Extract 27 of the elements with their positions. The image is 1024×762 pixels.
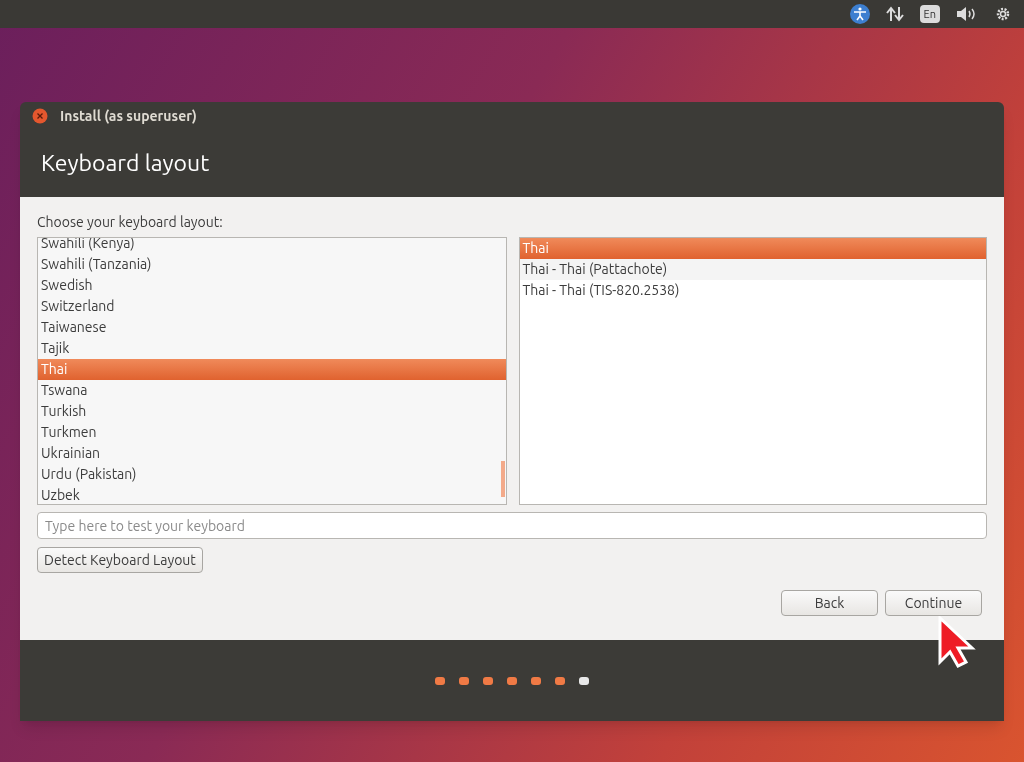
accessibility-icon[interactable] — [849, 4, 870, 24]
scrollbar-thumb[interactable] — [500, 461, 505, 497]
volume-icon[interactable] — [956, 6, 978, 22]
page-title: Keyboard layout — [41, 149, 210, 178]
gear-icon[interactable] — [994, 5, 1012, 23]
layout-list-item[interactable]: Urdu (Pakistan) — [38, 464, 506, 485]
layout-list-item[interactable]: Swedish — [38, 275, 506, 296]
close-icon[interactable] — [32, 108, 48, 124]
test-input-field[interactable]: Type here to test your keyboard — [37, 512, 987, 539]
variant-list-item[interactable]: Thai - Thai (Pattachote) — [519, 259, 986, 280]
variant-list-item[interactable]: Thai - Thai (TIS-820.2538) — [519, 280, 986, 301]
detect-layout-button[interactable]: Detect Keyboard Layout — [37, 547, 203, 573]
layout-list-item[interactable]: Turkish — [38, 401, 506, 422]
layout-list-item[interactable]: Tajik — [38, 338, 506, 359]
back-button[interactable]: Back — [781, 590, 878, 616]
continue-button[interactable]: Continue — [885, 590, 982, 616]
layout-list-item[interactable]: Uzbek — [38, 485, 506, 504]
keyboard-language-indicator[interactable]: En — [919, 5, 940, 23]
layout-list-item[interactable]: Taiwanese — [38, 317, 506, 338]
layout-list-item[interactable]: Ukrainian — [38, 443, 506, 464]
window-title: Install (as superuser) — [60, 106, 197, 126]
layout-list-item[interactable]: Tswana — [38, 380, 506, 401]
prompt-label: Choose your keyboard layout: — [37, 213, 224, 232]
network-icon[interactable] — [885, 6, 904, 22]
layout-list-item[interactable]: Turkmen — [38, 422, 506, 443]
layout-list-item[interactable]: Swahili (Tanzania) — [38, 254, 506, 275]
layout-list-item[interactable]: Switzerland — [38, 296, 506, 317]
